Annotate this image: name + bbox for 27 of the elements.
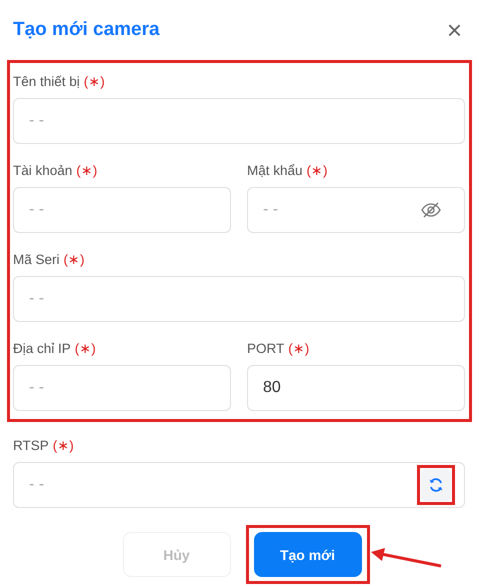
required-mark: (∗) (64, 252, 85, 267)
input-field[interactable]: - - (247, 187, 465, 233)
refresh-button[interactable] (421, 469, 451, 501)
required-mark: (∗) (288, 341, 310, 356)
field-label: Tài khoản (13, 163, 72, 178)
field-label: RTSP (13, 438, 49, 453)
field-label: Mật khẩu (247, 163, 303, 178)
close-button[interactable]: × (446, 17, 462, 43)
required-mark: (∗) (84, 74, 105, 89)
input-field[interactable]: - - (13, 462, 465, 508)
field-label: Mã Seri (13, 252, 60, 267)
input-field[interactable]: - - (13, 98, 465, 144)
input-field[interactable]: 80 (247, 365, 465, 411)
required-mark: (∗) (306, 163, 328, 178)
required-mark: (∗) (52, 438, 74, 453)
required-mark: (∗) (76, 163, 98, 178)
required-mark: (∗) (74, 341, 96, 356)
dialog-title: Tạo mới camera (13, 19, 160, 41)
input-field[interactable]: - - (13, 276, 465, 322)
field-label: PORT (247, 341, 284, 356)
refresh-icon (428, 477, 444, 493)
input-field[interactable]: - - (13, 365, 231, 411)
field-label: Tên thiết bị (13, 74, 80, 89)
eye-slash-icon[interactable] (421, 202, 441, 218)
field-label: Địa chỉ IP (13, 341, 71, 356)
create-button[interactable]: Tạo mới (254, 532, 362, 577)
input-field[interactable]: - - (13, 187, 231, 233)
